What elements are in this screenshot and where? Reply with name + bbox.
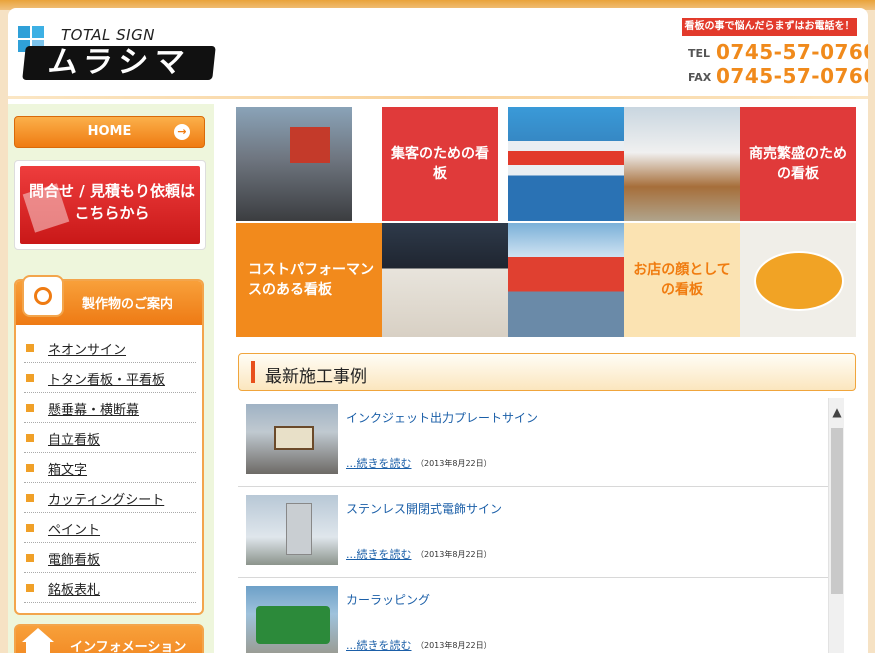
house-icon: [22, 628, 54, 653]
news-list: インクジェット出力プレートサイン ...続きを読む （2013年8月22日） ス…: [238, 397, 852, 653]
tile-label: 商売繁盛のための看板: [749, 146, 847, 182]
tile-label: お店の顔としての看板: [633, 262, 731, 298]
tile-business-prosperity[interactable]: 商売繁盛のための看板: [740, 107, 856, 221]
bullet-icon: [26, 434, 34, 442]
bullet-icon: [26, 404, 34, 412]
tile-label: 集客のための看板: [391, 146, 489, 182]
menu-item-label[interactable]: ペイント: [48, 519, 100, 538]
logo-square-icon: [18, 26, 30, 38]
news-item: カーラッピング ...続きを読む （2013年8月22日）: [238, 579, 836, 653]
products-item-tin[interactable]: トタン看板・平看板: [24, 363, 196, 393]
feature-grid: 集客のための看板 商売繁盛のための看板 コストパフォーマンスのある看板 お店の顔…: [236, 107, 856, 338]
news-item-title[interactable]: インクジェット出力プレートサイン: [346, 409, 538, 426]
news-date: （2013年8月22日）: [416, 459, 492, 468]
news-header: 最新施工事例: [238, 353, 856, 391]
fax-number: 0745-57-0766: [716, 64, 868, 88]
news-date: （2013年8月22日）: [416, 641, 492, 650]
home-button-label: HOME: [87, 124, 132, 139]
contact-banner: 看板の事で悩んだらまずはお電話を！: [682, 18, 857, 36]
arrow-right-icon: →: [174, 124, 190, 140]
news-item: ステンレス開閉式電飾サイン ...続きを読む （2013年8月22日）: [238, 488, 836, 578]
photo-tile-office[interactable]: [624, 107, 740, 221]
tile-shop-face[interactable]: お店の顔としての看板: [624, 223, 740, 337]
bullet-icon: [26, 494, 34, 502]
tel-number[interactable]: 0745-57-0760: [716, 40, 868, 64]
logo-subtitle: TOTAL SIGN: [61, 26, 155, 44]
header-divider: [8, 96, 868, 99]
read-more-link[interactable]: ...続きを読む: [346, 455, 412, 471]
contact-estimate-label: 問合せ / 見積もり依頼はこちらから: [29, 182, 195, 222]
products-item-box-letters[interactable]: 箱文字: [24, 453, 196, 483]
photo-tile-oval-sign[interactable]: [740, 223, 856, 337]
contact-estimate-button[interactable]: 問合せ / 見積もり依頼はこちらから: [14, 160, 206, 250]
products-item-banner[interactable]: 懸垂幕・横断幕: [24, 393, 196, 423]
menu-item-label[interactable]: 銘板表札: [48, 579, 100, 598]
read-more-link[interactable]: ...続きを読む: [346, 546, 412, 562]
tile-customer-attraction[interactable]: 集客のための看板: [382, 107, 498, 221]
news-date: （2013年8月22日）: [416, 550, 492, 559]
menu-item-label[interactable]: 自立看板: [48, 429, 100, 448]
news-item: インクジェット出力プレートサイン ...続きを読む （2013年8月22日）: [238, 397, 836, 487]
menu-item-label[interactable]: トタン看板・平看板: [48, 369, 165, 388]
news-title: 最新施工事例: [265, 367, 367, 387]
bullet-icon: [26, 524, 34, 532]
bullet-icon: [26, 554, 34, 562]
photo-tile-billboard[interactable]: [508, 223, 624, 337]
products-item-standing[interactable]: 自立看板: [24, 423, 196, 453]
products-item-neon[interactable]: ネオンサイン: [24, 333, 196, 363]
news-item-title[interactable]: ステンレス開閉式電飾サイン: [346, 500, 502, 517]
page: TOTAL SIGN ムラシマ 看板の事で悩んだらまずはお電話を！ TEL 07…: [8, 8, 868, 653]
tile-label: コストパフォーマンスのある看板: [248, 262, 374, 298]
menu-item-label[interactable]: ネオンサイン: [48, 339, 126, 358]
products-item-paint[interactable]: ペイント: [24, 513, 196, 543]
bullet-icon: [26, 344, 34, 352]
products-item-illuminated[interactable]: 電飾看板: [24, 543, 196, 573]
news-item-title[interactable]: カーラッピング: [346, 591, 430, 608]
menu-item-label[interactable]: カッティングシート: [48, 489, 164, 508]
photo-tile-storefront[interactable]: [236, 107, 352, 221]
menu-item-label[interactable]: 箱文字: [48, 459, 87, 478]
chevron-up-icon[interactable]: ▲: [829, 398, 845, 426]
heading-bar: [251, 361, 255, 383]
contact-estimate-panel: 問合せ / 見積もり依頼はこちらから: [20, 166, 200, 244]
products-menu: 製作物のご案内 ネオンサイン トタン看板・平看板 懸垂幕・横断幕 自立看板 箱文…: [14, 275, 204, 615]
information-header[interactable]: インフォメーション: [14, 624, 204, 653]
bullet-icon: [26, 584, 34, 592]
products-menu-title: 製作物のご案内: [82, 297, 174, 312]
menu-item-label[interactable]: 電飾看板: [48, 549, 100, 568]
logo-square-icon: [32, 26, 44, 38]
products-list: ネオンサイン トタン看板・平看板 懸垂幕・横断幕 自立看板 箱文字 カッティング…: [24, 333, 196, 603]
information-title: インフォメーション: [70, 640, 187, 653]
products-menu-header: 製作物のご案内: [16, 275, 202, 325]
home-button[interactable]: HOME →: [14, 116, 205, 148]
products-item-cutting-sheet[interactable]: カッティングシート: [24, 483, 196, 513]
news-thumbnail[interactable]: [246, 404, 338, 474]
fax-label: FAX: [688, 71, 712, 84]
read-more-link[interactable]: ...続きを読む: [346, 637, 412, 653]
bullet-icon: [26, 374, 34, 382]
news-thumbnail[interactable]: [246, 586, 338, 653]
photo-tile-banner[interactable]: [508, 107, 624, 221]
tel-label: TEL: [688, 47, 711, 60]
news-scrollbar[interactable]: ▲: [828, 398, 844, 653]
site-logo[interactable]: TOTAL SIGN ムラシマ: [18, 26, 218, 86]
logo-wordmark: ムラシマ: [22, 45, 216, 80]
photo-tile-house[interactable]: [382, 223, 508, 337]
sidebar: HOME → 問合せ / 見積もり依頼はこちらから 製作物のご案内 ネオンサイン…: [8, 104, 214, 653]
menu-item-label[interactable]: 懸垂幕・横断幕: [48, 399, 139, 418]
scrollbar-thumb[interactable]: [831, 428, 843, 594]
bullet-icon: [26, 464, 34, 472]
products-item-nameplate[interactable]: 銘板表札: [24, 573, 196, 603]
news-thumbnail[interactable]: [246, 495, 338, 565]
speech-bubble-icon: [22, 275, 64, 317]
tile-cost-performance[interactable]: コストパフォーマンスのある看板: [236, 223, 382, 337]
